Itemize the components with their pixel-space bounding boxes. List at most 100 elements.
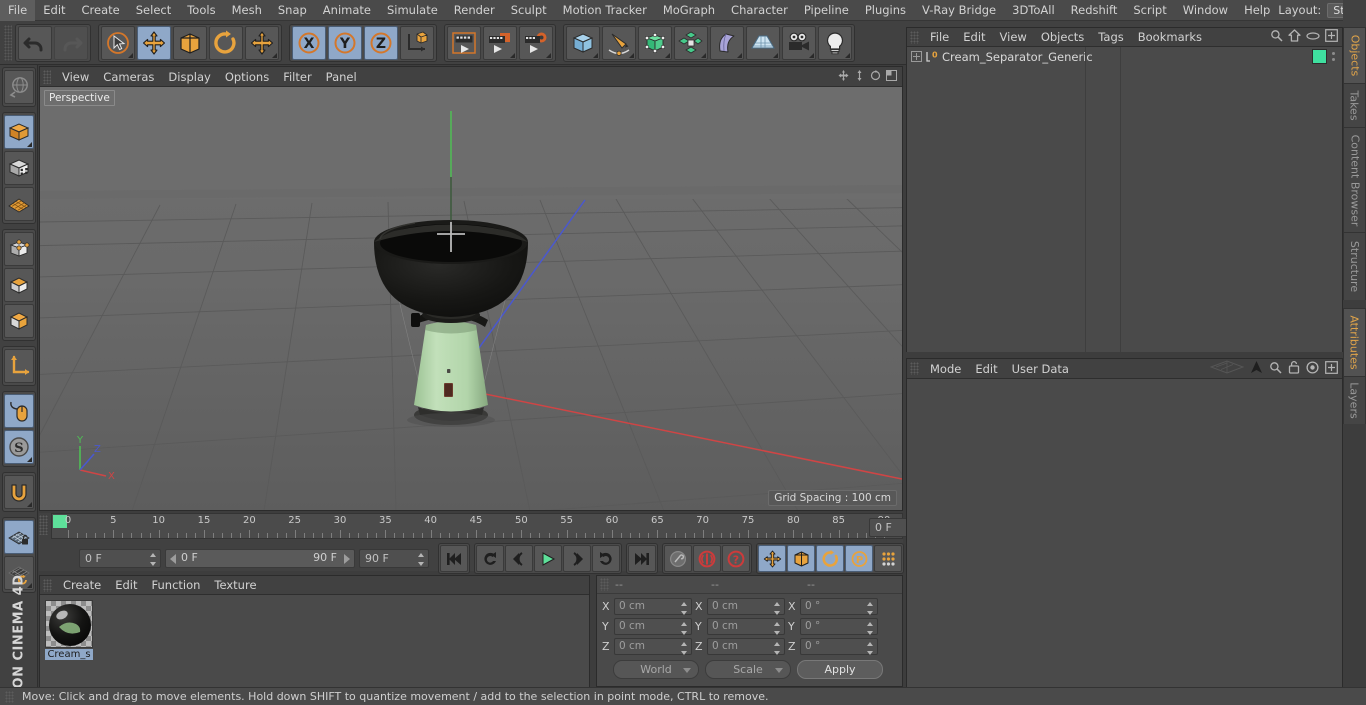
go-to-end-button[interactable] [628, 545, 656, 572]
add-spline-button[interactable] [602, 25, 636, 60]
object-menu-item-file[interactable]: File [923, 28, 956, 47]
record-active-objects-button[interactable] [693, 545, 721, 572]
rotate-tool-button[interactable] [209, 25, 243, 60]
menu-item-v-ray-bridge[interactable]: V-Ray Bridge [914, 0, 1004, 21]
menu-item-plugins[interactable]: Plugins [857, 0, 914, 21]
menu-item-window[interactable]: Window [1175, 0, 1236, 21]
position-field-x[interactable]: 0 cm [614, 598, 692, 615]
rotate-view-icon[interactable] [870, 69, 881, 84]
frame-spinner-icon[interactable] [418, 553, 425, 566]
play-reverse-loop-button[interactable] [476, 545, 504, 572]
search-icon[interactable] [1269, 361, 1282, 377]
range-left-arrow-icon[interactable] [170, 554, 176, 564]
model-mode-button[interactable] [3, 151, 34, 185]
material-menu-item-create[interactable]: Create [56, 576, 108, 595]
value-spinner-icon[interactable] [774, 602, 781, 615]
add-cube-button[interactable] [566, 25, 600, 60]
select-tool-button[interactable] [101, 25, 135, 60]
tab-content-browser[interactable]: Content Browser [1343, 127, 1366, 232]
menu-item-render[interactable]: Render [446, 0, 503, 21]
add-camera-button[interactable] [782, 25, 816, 60]
eye-icon[interactable] [1306, 31, 1320, 44]
viewport-menu-item-filter[interactable]: Filter [276, 67, 318, 87]
value-spinner-icon[interactable] [867, 622, 874, 635]
value-spinner-icon[interactable] [867, 642, 874, 655]
step-forward-button[interactable] [563, 545, 591, 572]
zoom-icon[interactable] [854, 69, 865, 84]
size-field-y[interactable]: 0 cm [707, 618, 785, 635]
attribute-manager-grip[interactable] [910, 362, 919, 375]
value-spinner-icon[interactable] [867, 602, 874, 615]
material-menu-item-function[interactable]: Function [145, 576, 208, 595]
menu-item-3dtoall[interactable]: 3DToAll [1004, 0, 1063, 21]
menu-item-character[interactable]: Character [723, 0, 796, 21]
tab-structure[interactable]: Structure [1343, 232, 1366, 300]
menu-item-redshift[interactable]: Redshift [1063, 0, 1126, 21]
autokey-button[interactable] [664, 545, 692, 572]
move-alt-button[interactable] [245, 25, 279, 60]
range-right-arrow-icon[interactable] [344, 554, 350, 564]
attribute-menu-item-edit[interactable]: Edit [968, 359, 1004, 379]
coordinates-grip-handle[interactable] [600, 578, 609, 591]
add-light-button[interactable] [818, 25, 852, 60]
tab-attributes[interactable]: Attributes [1343, 308, 1366, 376]
material-manager-grip[interactable] [43, 578, 52, 592]
play-forward-loop-button[interactable] [592, 545, 620, 572]
target-icon[interactable] [1306, 360, 1319, 377]
object-menu-item-bookmarks[interactable]: Bookmarks [1131, 28, 1209, 47]
value-spinner-icon[interactable] [774, 622, 781, 635]
key-rotation-button[interactable] [816, 545, 844, 572]
coordinate-system-dropdown[interactable]: World [613, 660, 699, 679]
pointer-up-icon[interactable] [1250, 360, 1263, 377]
object-menu-item-objects[interactable]: Objects [1034, 28, 1091, 47]
pan-icon[interactable] [838, 69, 849, 84]
viewport-menu-item-view[interactable]: View [55, 67, 96, 87]
undo-button[interactable] [18, 25, 52, 60]
expand-tree-icon[interactable] [911, 51, 922, 62]
lock-icon[interactable] [1288, 360, 1300, 377]
record-key-button[interactable]: ? [722, 545, 750, 572]
rotation-field-x[interactable]: 0 ° [800, 598, 878, 615]
material-menu-item-texture[interactable]: Texture [207, 576, 263, 595]
menu-item-sculpt[interactable]: Sculpt [503, 0, 555, 21]
toolbar-grip-handle[interactable] [4, 24, 12, 61]
end-frame-input[interactable]: 90 F [359, 549, 429, 568]
rotation-field-z[interactable]: 0 ° [800, 638, 878, 655]
expand-icon[interactable] [1325, 360, 1338, 377]
size-field-z[interactable]: 0 cm [707, 638, 785, 655]
lock-workplane-button[interactable] [3, 520, 34, 554]
move-tool-button[interactable] [137, 25, 171, 60]
scale-tool-button[interactable] [173, 25, 207, 60]
object-manager-grip[interactable] [910, 30, 919, 44]
material-menu-item-edit[interactable]: Edit [108, 576, 144, 595]
object-menu-item-view[interactable]: View [993, 28, 1034, 47]
menu-item-tools[interactable]: Tools [179, 0, 223, 21]
search-icon[interactable] [1270, 29, 1283, 45]
soft-selection-button[interactable]: S [3, 430, 34, 464]
object-manager-body[interactable]: 0 Cream_Separator_Generic [907, 47, 1342, 352]
add-mograph-button[interactable] [674, 25, 708, 60]
transform-mode-dropdown[interactable]: Scale [705, 660, 791, 679]
menu-item-snap[interactable]: Snap [270, 0, 315, 21]
material-preview-swatch[interactable] [45, 600, 93, 648]
menu-item-animate[interactable]: Animate [315, 0, 379, 21]
material-tag-chip[interactable] [1312, 49, 1327, 64]
menu-item-edit[interactable]: Edit [35, 0, 73, 21]
menu-item-motion-tracker[interactable]: Motion Tracker [555, 0, 655, 21]
size-field-x[interactable]: 0 cm [707, 598, 785, 615]
menu-item-simulate[interactable]: Simulate [379, 0, 446, 21]
key-point-level-button[interactable] [874, 545, 902, 572]
menu-item-create[interactable]: Create [74, 0, 128, 21]
make-editable-button[interactable] [3, 115, 34, 149]
home-icon[interactable] [1288, 29, 1301, 45]
add-scene-object-button[interactable] [746, 25, 780, 60]
polygons-mode-button[interactable] [3, 304, 34, 338]
snap-magnet-button[interactable] [3, 475, 34, 509]
redo-button[interactable] [54, 25, 88, 60]
position-field-z[interactable]: 0 cm [614, 638, 692, 655]
menu-item-file[interactable]: File [0, 0, 36, 21]
add-deformer-button[interactable] [710, 25, 744, 60]
menu-item-pipeline[interactable]: Pipeline [796, 0, 857, 21]
timeline-ruler[interactable]: 051015202530354045505560657075808590 [51, 513, 903, 539]
apply-button[interactable]: Apply [797, 660, 883, 679]
